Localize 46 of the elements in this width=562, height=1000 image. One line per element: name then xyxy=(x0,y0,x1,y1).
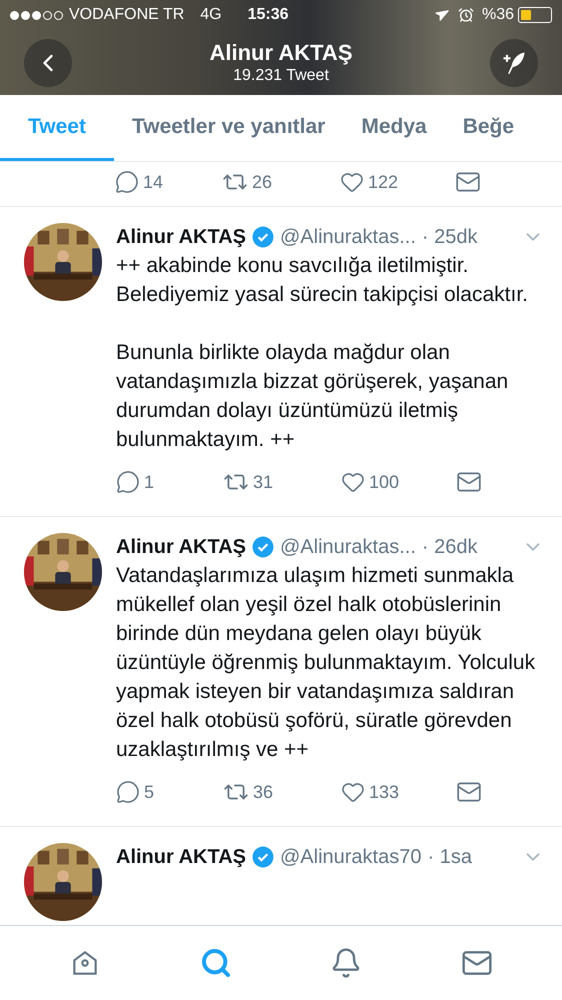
author-name[interactable]: Alinur AKTAŞ xyxy=(116,843,246,871)
verified-badge-icon xyxy=(252,536,274,558)
tweet-text: Bununla birlikte olayda mağdur olan vatandaşımızla bizzat görüşerek, yaşanan durumdan dolayı üzüntümüzü iletmiş bulunmaktayım. ++ xyxy=(116,340,510,453)
reply-icon[interactable] xyxy=(116,470,140,494)
like-count: 122 xyxy=(368,170,398,194)
reply-icon[interactable] xyxy=(115,170,139,194)
tweet-text: ++ akabinde konu savcılığa iletilmiştir. Belediyemiz yasal sürecin takipçisi olacaktır. xyxy=(116,253,530,308)
author-handle: @Alinuraktas70 xyxy=(280,845,422,870)
battery-icon xyxy=(518,7,552,23)
profile-name: Alinur AKTAŞ xyxy=(210,40,352,66)
author-name[interactable]: Alinur AKTAŞ xyxy=(116,533,246,561)
tweet-count: 19.231 Tweet xyxy=(233,66,329,86)
tweet-text: Vatandaşlarımıza ulaşım hizmeti sunmakla mükellef olan yeşil özel halk otobüslerinin birinde dün meydana gelen olayı büyük üzüntüyle öğrenmiş bulunmaktayım. Yolculuk yapmak isteyen bir vatandaşımıza saldıran özel halk otobüsü şoförü, süratle görevden uzaklaştırılmış ve ++ xyxy=(116,563,536,763)
reply-icon[interactable] xyxy=(116,780,140,804)
alarm-icon xyxy=(458,7,474,23)
reply-count: 1 xyxy=(144,470,154,494)
retweet-count: 36 xyxy=(253,780,274,804)
like-icon[interactable] xyxy=(341,470,365,494)
retweet-count: 31 xyxy=(253,470,274,494)
like-icon[interactable] xyxy=(340,170,364,194)
like-count: 100 xyxy=(369,470,400,494)
profile-tab[interactable]: Medya xyxy=(343,95,445,161)
battery-percent: %36 xyxy=(482,5,514,25)
tweet-time: · 1sa xyxy=(427,845,472,870)
retweet-count: 26 xyxy=(252,170,272,194)
reply-count: 14 xyxy=(143,170,164,194)
author-handle: @Alinuraktas... xyxy=(280,225,416,250)
profile-tab[interactable]: Tweetler ve yanıtlar xyxy=(114,95,344,161)
verified-badge-icon xyxy=(252,226,274,248)
compose-button[interactable] xyxy=(490,38,538,86)
like-icon[interactable] xyxy=(341,780,365,804)
clock: 15:36 xyxy=(248,5,289,25)
tweet-time: · 26dk xyxy=(422,535,478,560)
search-icon[interactable] xyxy=(200,947,232,979)
like-count: 133 xyxy=(369,780,400,804)
network-type: 4G xyxy=(200,5,222,25)
signal-icon xyxy=(10,10,63,20)
reply-count: 5 xyxy=(144,780,154,804)
carrier-name: VODAFONE TR xyxy=(69,5,184,25)
back-button[interactable] xyxy=(24,38,72,86)
author-name[interactable]: Alinur AKTAŞ xyxy=(116,223,246,251)
verified-badge-icon xyxy=(252,846,274,868)
profile-tab[interactable]: Tweet xyxy=(0,95,114,161)
profile-tab[interactable]: Beğe xyxy=(444,95,532,161)
tweet-time: · 25dk xyxy=(422,225,478,250)
author-handle: @Alinuraktas... xyxy=(280,535,416,560)
